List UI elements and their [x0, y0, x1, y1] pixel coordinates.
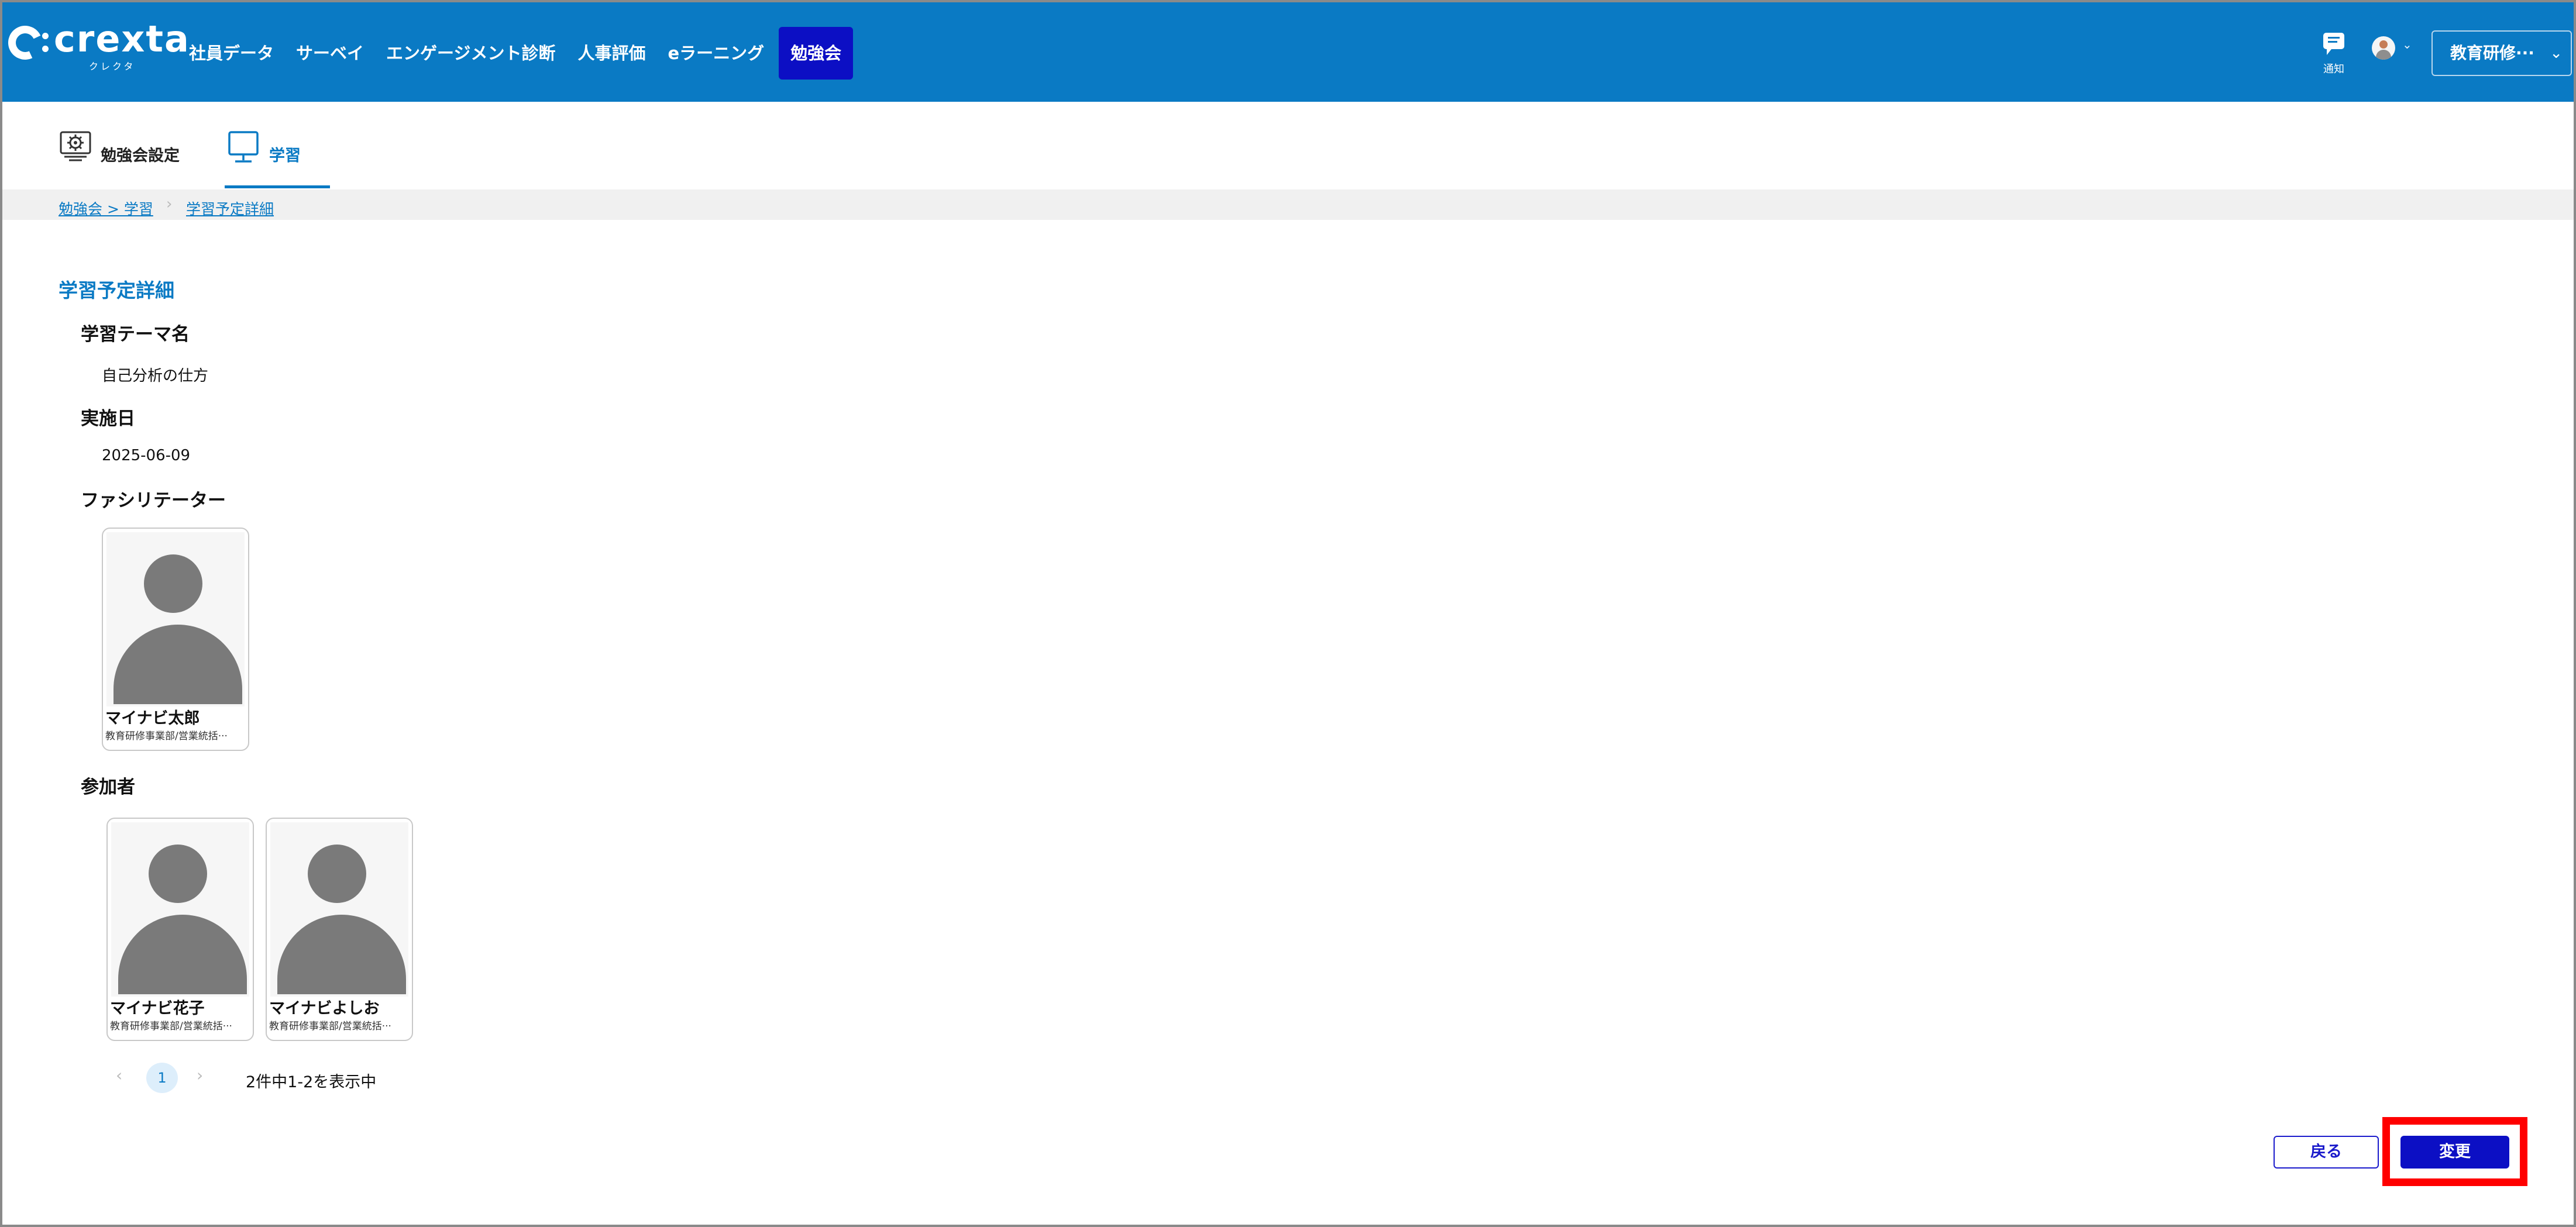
facilitator-label: ファシリテーター	[81, 490, 226, 511]
organization-select[interactable]: 教育研修··· ⌄	[2431, 30, 2572, 76]
date-value: 2025-06-09	[102, 447, 191, 464]
logo-text: crexta	[54, 18, 190, 60]
logo-dot-icon	[42, 46, 49, 52]
tab-study-settings-label: 勉強会設定	[101, 147, 180, 165]
breadcrumb-link-schedule-detail[interactable]: 学習予定詳細	[186, 198, 274, 219]
facilitator-name: マイナビ太郎	[105, 709, 200, 728]
gear-icon	[60, 131, 91, 161]
participant-card[interactable]: マイナビよしお 教育研修事業部/営業統括···	[266, 818, 413, 1041]
facilitator-department: 教育研修事業部/営業統括···	[105, 730, 228, 742]
date-label: 実施日	[81, 408, 135, 429]
theme-label: 学習テーマ名	[81, 324, 190, 345]
chevron-right-icon: ›	[166, 195, 173, 213]
nav-item-elearning[interactable]: eラーニング	[656, 27, 775, 80]
notification-label: 通知	[2323, 63, 2344, 75]
tab-learning[interactable]: 学習	[225, 125, 330, 188]
pagination-prev-icon[interactable]: ‹	[116, 1066, 122, 1085]
chevron-down-icon: ⌄	[2550, 44, 2563, 62]
window-frame	[0, 0, 2576, 1227]
nav-item-hr-evaluation[interactable]: 人事評価	[566, 27, 656, 80]
avatar	[106, 532, 245, 706]
main-nav: 社員データ サーベイ エンゲージメント診断 人事評価 eラーニング 勉強会	[178, 27, 854, 80]
back-button[interactable]: 戻る	[2274, 1136, 2379, 1169]
nav-item-employee-data[interactable]: 社員データ	[178, 27, 285, 80]
facilitator-card[interactable]: マイナビ太郎 教育研修事業部/営業統括···	[102, 528, 249, 751]
participant-name: マイナビよしお	[269, 999, 380, 1018]
pagination-page-1[interactable]: 1	[146, 1063, 178, 1093]
chat-bubble-icon	[2323, 33, 2344, 55]
highlight-box	[2382, 1117, 2527, 1186]
organization-select-value: 教育研修···	[2450, 43, 2534, 63]
logo-mark-icon	[3, 20, 47, 65]
tab-learning-label: 学習	[269, 147, 301, 165]
nav-item-engagement[interactable]: エンゲージメント診断	[375, 27, 566, 80]
participants-label: 参加者	[81, 777, 135, 798]
crexta-logo[interactable]: crexta クレクタ	[3, 18, 189, 72]
top-header: crexta クレクタ 社員データ サーベイ エンゲージメント診断 人事評価 e…	[2, 2, 2574, 102]
nav-item-survey[interactable]: サーベイ	[285, 27, 375, 80]
chevron-down-icon[interactable]: ⌄	[2402, 37, 2412, 51]
participant-card[interactable]: マイナビ花子 教育研修事業部/営業統括···	[106, 818, 254, 1041]
pagination-next-icon[interactable]: ›	[197, 1066, 203, 1085]
participant-department: 教育研修事業部/営業統括···	[269, 1021, 391, 1032]
tab-study-settings[interactable]: 勉強会設定	[59, 125, 205, 188]
logo-subtext: クレクタ	[89, 61, 136, 72]
avatar	[111, 822, 249, 997]
participant-name: マイナビ花子	[110, 999, 205, 1018]
notification-button[interactable]: 通知	[2313, 32, 2354, 84]
theme-value: 自己分析の仕方	[102, 367, 209, 385]
avatar	[270, 822, 408, 997]
user-avatar-icon[interactable]	[2372, 36, 2395, 60]
nav-item-study-group[interactable]: 勉強会	[779, 27, 854, 80]
logo-dot-icon	[42, 33, 49, 39]
pagination-info: 2件中1-2を表示中	[246, 1073, 377, 1091]
page-title: 学習予定詳細	[59, 279, 174, 302]
monitor-icon	[228, 131, 259, 163]
breadcrumb: 勉強会 > 学習 › 学習予定詳細	[2, 189, 2574, 220]
breadcrumb-link-study-learning[interactable]: 勉強会 > 学習	[59, 198, 153, 219]
participant-department: 教育研修事業部/営業統括···	[110, 1021, 232, 1032]
